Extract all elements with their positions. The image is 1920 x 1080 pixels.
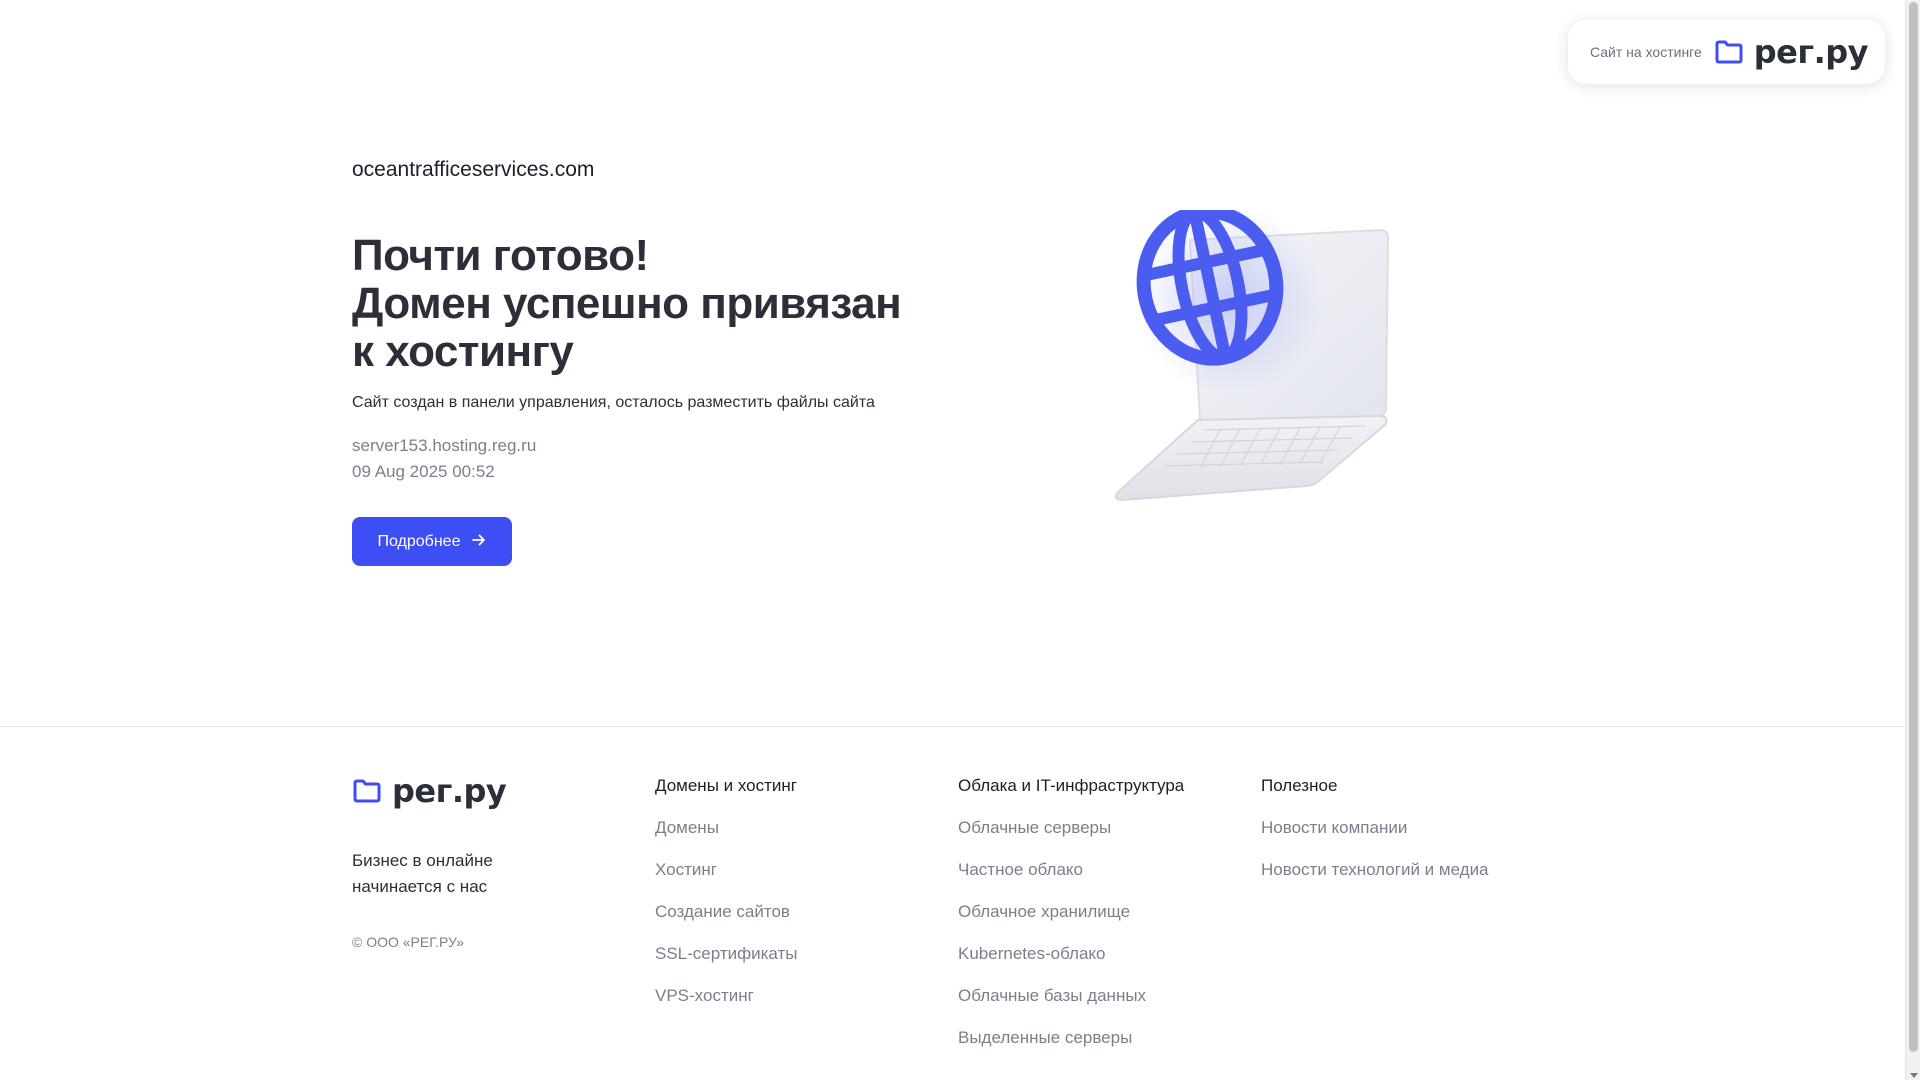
server-name: server153.hosting.reg.ru bbox=[352, 436, 537, 455]
page: Сайт на хостинге рег.ру oceantrafficeser… bbox=[0, 0, 1905, 1080]
footer-link-private-cloud[interactable]: Частное облако bbox=[958, 859, 1184, 901]
logo-text: рег.ру bbox=[1753, 33, 1869, 71]
footer-link-cloud-databases[interactable]: Облачные базы данных bbox=[958, 985, 1184, 1027]
laptop-globe-illustration bbox=[1100, 204, 1400, 510]
subtitle: Сайт создан в панели управления, осталос… bbox=[352, 394, 875, 411]
column-title: Домены и хостинг bbox=[655, 776, 797, 795]
hosting-badge[interactable]: Сайт на хостинге рег.ру bbox=[1568, 20, 1885, 84]
badge-text: Сайт на хостинге bbox=[1590, 44, 1702, 60]
footer-link-kubernetes[interactable]: Kubernetes-облако bbox=[958, 943, 1184, 985]
footer-column-cloud: Облака и IT-инфраструктура Облачные серв… bbox=[958, 776, 1184, 1069]
footer-link-cloud-servers[interactable]: Облачные серверы bbox=[958, 817, 1184, 859]
copyright: © ООО «РЕГ.РУ» bbox=[352, 934, 465, 950]
footer-logo[interactable]: рег.ру bbox=[352, 772, 507, 810]
footer-link-site-builder[interactable]: Создание сайтов bbox=[655, 901, 798, 943]
footer-link-hosting[interactable]: Хостинг bbox=[655, 859, 798, 901]
scrollbar-thumb[interactable] bbox=[1909, 2, 1918, 1052]
slogan: Бизнес в онлайне начинается с нас bbox=[352, 851, 493, 896]
footer-divider bbox=[0, 726, 1905, 727]
footer-link-ssl[interactable]: SSL-сертификаты bbox=[655, 943, 798, 985]
footer-link-vps[interactable]: VPS-хостинг bbox=[655, 985, 798, 1027]
vertical-scrollbar[interactable] bbox=[1905, 0, 1920, 1080]
scroll-down-arrow-icon[interactable] bbox=[1910, 1073, 1918, 1078]
headline-line-1: Почти готово! bbox=[352, 231, 649, 280]
created-date: 09 Aug 2025 00:52 bbox=[352, 462, 495, 481]
footer-link-cloud-storage[interactable]: Облачное хранилище bbox=[958, 901, 1184, 943]
arrow-right-icon bbox=[472, 533, 486, 551]
headline-line-3: к хостингу bbox=[352, 327, 574, 376]
footer-link-tech-news[interactable]: Новости технологий и медиа bbox=[1261, 859, 1489, 901]
footer-column-domains: Домены и хостинг Домены Хостинг Создание… bbox=[655, 776, 798, 1027]
folder-logo-icon bbox=[352, 778, 382, 804]
column-title: Облака и IT-инфраструктура bbox=[958, 776, 1185, 795]
footer-column-useful: Полезное Новости компании Новости технол… bbox=[1261, 776, 1489, 901]
footer-logo-text: рег.ру bbox=[392, 772, 507, 810]
column-title: Полезное bbox=[1261, 776, 1338, 795]
footer-link-dedicated-servers[interactable]: Выделенные серверы bbox=[958, 1027, 1184, 1069]
footer-link-domains[interactable]: Домены bbox=[655, 817, 798, 859]
page-title: Почти готово! Домен успешно привязан к х… bbox=[352, 232, 912, 376]
domain-name: oceantrafficeservices.com bbox=[352, 158, 595, 181]
headline-line-2: Домен успешно привязан bbox=[352, 279, 902, 328]
badge-logo[interactable]: рег.ру bbox=[1714, 33, 1869, 71]
more-details-label: Подробнее bbox=[377, 532, 461, 550]
footer-link-company-news[interactable]: Новости компании bbox=[1261, 817, 1489, 859]
folder-logo-icon bbox=[1714, 39, 1744, 65]
more-details-button[interactable]: Подробнее bbox=[352, 517, 512, 566]
